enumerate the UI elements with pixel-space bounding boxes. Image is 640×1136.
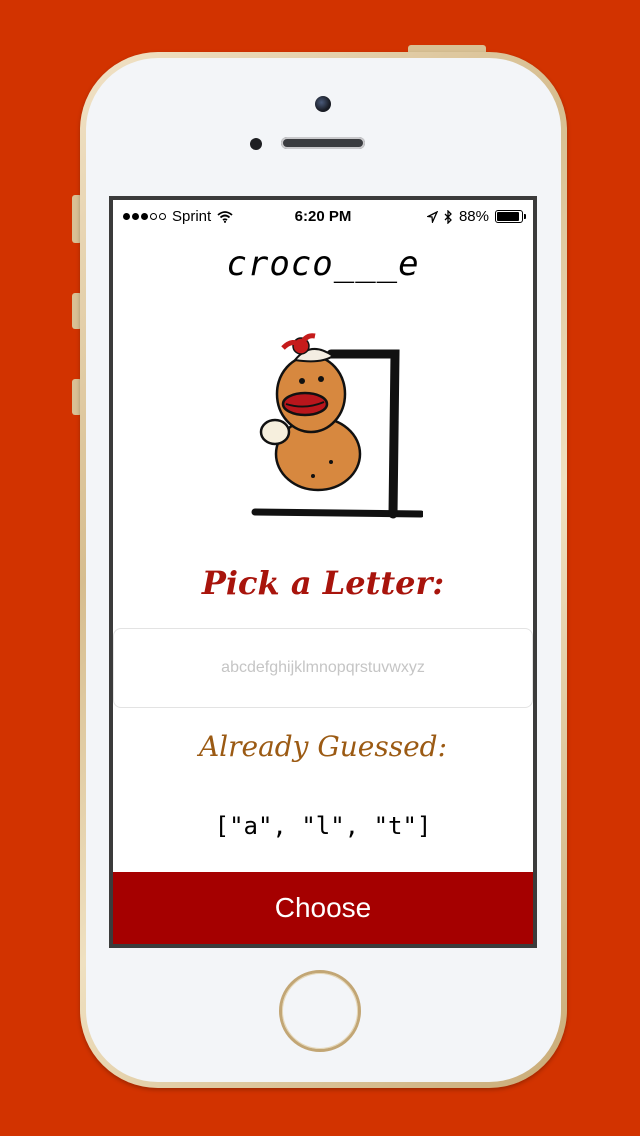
phone-screen: Sprint 6:20 PM 88% croco___e Pick a Lett… [109, 196, 537, 948]
app-screen: Sprint 6:20 PM 88% croco___e Pick a Lett… [113, 200, 533, 944]
battery-icon [495, 210, 526, 223]
pick-letter-heading: Pick a Letter: [201, 564, 445, 602]
already-guessed-heading: Already Guessed: [198, 730, 448, 763]
letter-input[interactable] [113, 628, 533, 708]
proximity-sensor [250, 138, 262, 150]
earpiece-speaker [281, 137, 365, 149]
battery-level-fill [497, 212, 519, 221]
sock-monkey-hangman-illustration [251, 333, 423, 519]
front-camera [315, 96, 331, 112]
bluetooth-icon [444, 209, 452, 224]
status-bar-right: 88% [426, 208, 526, 225]
location-arrow-icon [426, 210, 438, 223]
word-display: croco___e [226, 244, 420, 284]
battery-tip [524, 214, 526, 219]
guessed-letters-list: ["a", "l", "t"] [214, 812, 432, 840]
status-bar: Sprint 6:20 PM 88% [113, 200, 533, 232]
home-button[interactable] [279, 970, 361, 1052]
choose-button[interactable]: Choose [113, 872, 533, 944]
battery-percent: 88% [458, 208, 489, 225]
